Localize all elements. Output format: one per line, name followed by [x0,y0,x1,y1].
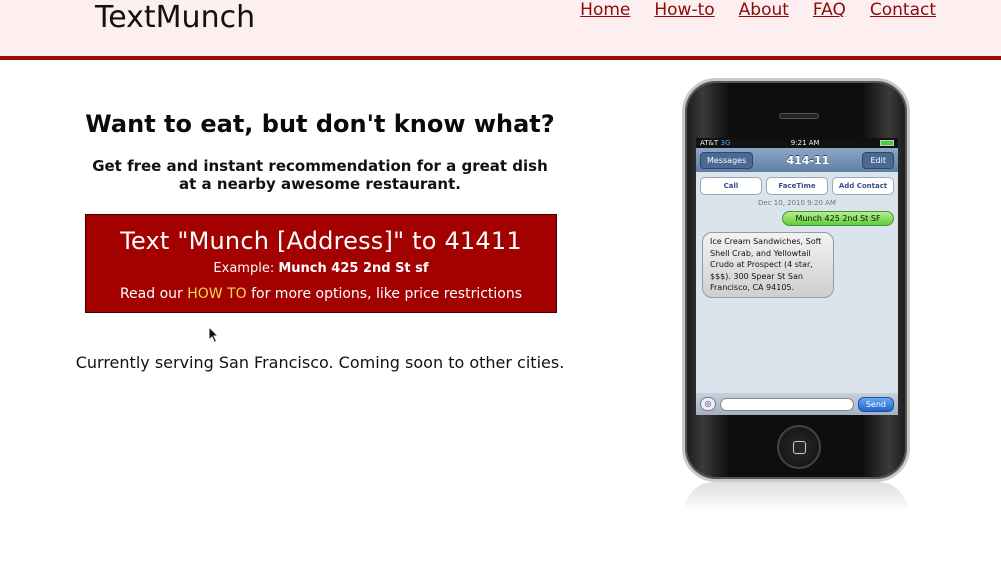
edit-button: Edit [862,151,894,169]
phone-reflection [684,482,908,512]
status-time: 9:21 AM [790,139,820,147]
received-message-bubble: Ice Cream Sandwiches, Soft Shell Crab, a… [702,232,834,298]
phone-speaker [779,113,819,119]
contact-actions: Call FaceTime Add Contact [696,172,898,195]
cta-example: Example: Munch 425 2nd St sf [86,261,556,276]
phone-home-button [777,425,821,469]
status-carrier-name: AT&T [700,139,719,147]
battery-icon [879,140,894,146]
cta-main-text: Text "Munch [Address]" to 41411 [120,227,522,255]
nav-howto-link[interactable]: How-to [654,0,714,20]
subline-line-1: Get free and instant recommendation for … [92,157,548,175]
cta-example-label: Example: [213,261,275,276]
mouse-cursor-icon [208,326,220,344]
nav-home-link[interactable]: Home [580,0,630,20]
messages-titlebar: Messages 414-11 Edit [696,148,898,172]
page-headline: Want to eat, but don't know what? [85,110,555,138]
main-nav: Home How-to About FAQ Contact [580,0,936,20]
message-composer: ◎ Send [696,393,898,415]
cta-more-prefix: Read our [119,286,183,302]
message-date: Dec 10, 2010 9:20 AM [758,199,836,207]
cta-box: Text "Munch [Address]" to 41411 Example:… [85,214,557,313]
cta-more-text: Read our HOW TO for more options, like p… [86,286,556,302]
message-input [720,397,854,411]
phone-illustration: AT&T 3G 9:21 AM Messages 414-11 Edit Cal… [682,78,910,482]
call-button: Call [700,177,762,195]
facetime-button: FaceTime [766,177,828,195]
site-header: TextMunch Home How-to About FAQ Contact [0,0,1001,60]
page-subline: Get free and instant recommendation for … [70,157,570,193]
nav-faq-link[interactable]: FAQ [813,0,846,20]
status-carrier: AT&T 3G [700,139,730,147]
send-button: Send [857,396,894,412]
serving-notice: Currently serving San Francisco. Coming … [75,353,565,372]
add-contact-button: Add Contact [832,177,894,195]
site-logo[interactable]: TextMunch [95,0,255,36]
nav-about-link[interactable]: About [739,0,789,20]
conversation-number: 414-11 [786,153,830,167]
phone-status-bar: AT&T 3G 9:21 AM [696,138,898,148]
phone-screen: AT&T 3G 9:21 AM Messages 414-11 Edit Cal… [696,138,898,415]
subline-line-2: at a nearby awesome restaurant. [179,175,461,193]
howto-link[interactable]: HOW TO [187,286,246,302]
home-square-icon [793,441,806,454]
sent-message-bubble: Munch 425 2nd St SF [782,211,894,226]
status-network: 3G [720,139,731,147]
camera-icon: ◎ [700,397,716,411]
cta-example-value: Munch 425 2nd St sf [278,261,429,276]
cta-more-suffix: for more options, like price restriction… [251,286,523,302]
messages-back-button: Messages [700,151,754,169]
nav-contact-link[interactable]: Contact [870,0,936,20]
